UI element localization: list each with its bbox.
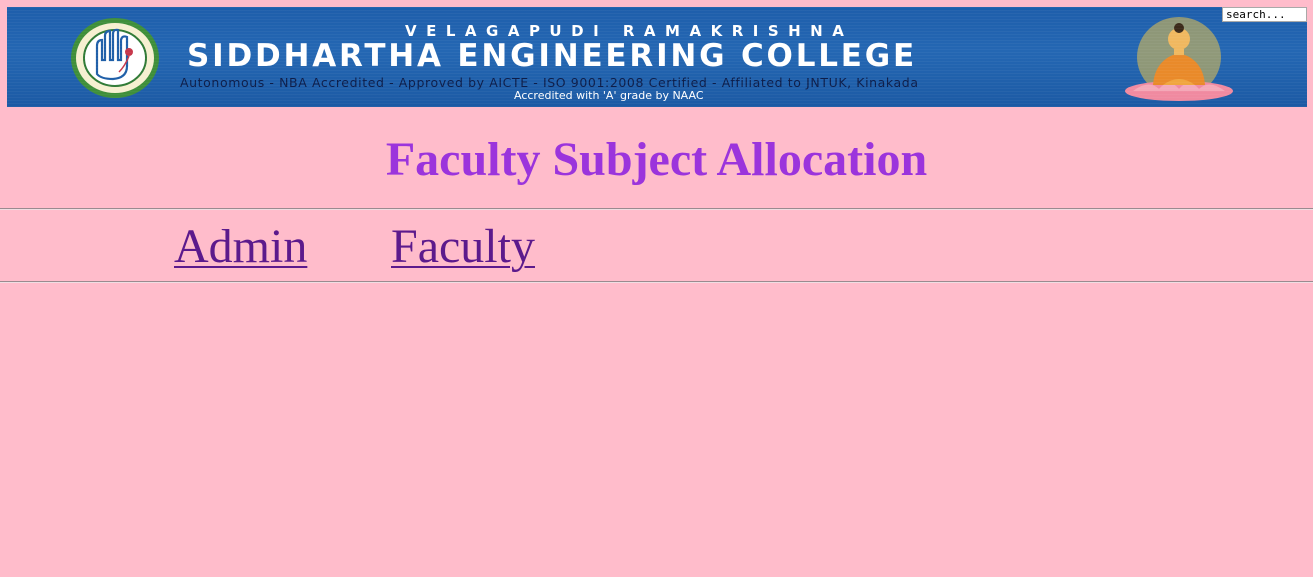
accreditation-line: Autonomous - NBA Accredited - Approved b…: [180, 75, 919, 90]
divider-top: [0, 208, 1313, 210]
naac-line: Accredited with 'A' grade by NAAC: [514, 89, 704, 102]
buddha-figure-icon: [1119, 13, 1235, 103]
college-emblem-icon: [67, 16, 163, 100]
college-name: SIDDHARTHA ENGINEERING COLLEGE: [187, 38, 918, 74]
faculty-link[interactable]: Faculty: [391, 219, 535, 275]
admin-link[interactable]: Admin: [174, 219, 307, 275]
divider-bottom: [0, 281, 1313, 283]
page-title: Faculty Subject Allocation: [385, 133, 928, 186]
header-banner: VELAGAPUDI RAMAKRISHNA SIDDHARTHA ENGINE…: [7, 7, 1307, 107]
search-input[interactable]: [1222, 7, 1307, 22]
